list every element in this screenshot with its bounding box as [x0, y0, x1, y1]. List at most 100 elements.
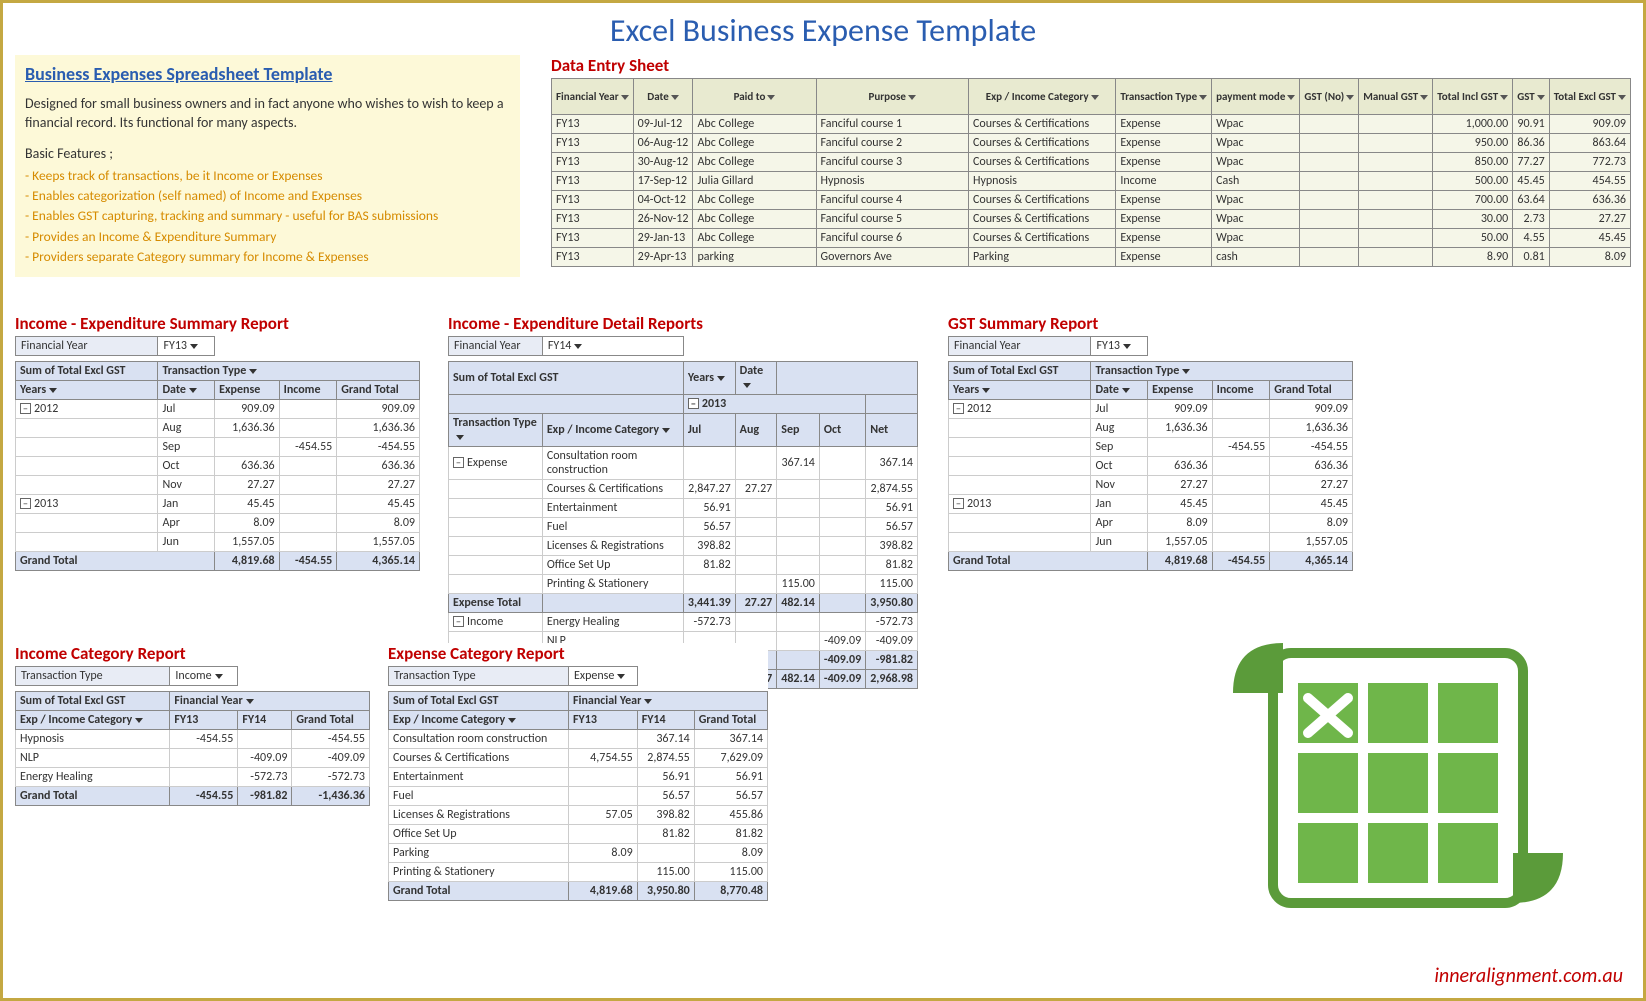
cell[interactable]: 27.27: [1549, 210, 1630, 229]
dropdown-icon[interactable]: [508, 718, 516, 723]
collapse-icon[interactable]: −: [953, 498, 964, 509]
cell[interactable]: [1359, 248, 1433, 267]
cell[interactable]: Cash: [1212, 172, 1300, 191]
filter-value[interactable]: FY13: [1091, 337, 1148, 356]
cell[interactable]: Courses & Certifications: [968, 115, 1115, 134]
cell[interactable]: 1,000.00: [1433, 115, 1513, 134]
collapse-icon[interactable]: −: [953, 403, 964, 414]
cell[interactable]: Fanciful course 2: [816, 134, 968, 153]
cell[interactable]: Governors Ave: [816, 248, 968, 267]
fy-label[interactable]: Financial Year: [569, 692, 768, 711]
filter-icon[interactable]: [1618, 95, 1626, 100]
dropdown-icon[interactable]: [644, 699, 652, 704]
cell[interactable]: 30.00: [1433, 210, 1513, 229]
cell[interactable]: 700.00: [1433, 191, 1513, 210]
cat-label[interactable]: Exp / Income Category: [389, 711, 569, 730]
tt-label[interactable]: Transaction Type: [1091, 362, 1353, 381]
cell[interactable]: Expense: [1116, 248, 1212, 267]
cell[interactable]: FY13: [552, 172, 634, 191]
collapse-icon[interactable]: −: [20, 498, 31, 509]
cell[interactable]: [1300, 172, 1359, 191]
cell[interactable]: 29-Apr-13: [633, 248, 693, 267]
filter-icon[interactable]: [908, 95, 916, 100]
col-date[interactable]: Date: [633, 79, 693, 115]
col-pm[interactable]: payment mode: [1212, 79, 1300, 115]
cat-label[interactable]: Exp / Income Category: [16, 711, 170, 730]
collapse-icon[interactable]: −: [453, 616, 464, 627]
dropdown-icon[interactable]: [743, 383, 751, 388]
collapse-icon[interactable]: −: [20, 403, 31, 414]
filter-icon[interactable]: [621, 95, 629, 100]
dropdown-icon[interactable]: [617, 674, 625, 679]
cell[interactable]: 45.45: [1549, 229, 1630, 248]
filter-icon[interactable]: [1091, 95, 1099, 100]
cell[interactable]: 909.09: [1549, 115, 1630, 134]
col-tt[interactable]: Transaction Type: [1116, 79, 1212, 115]
fy-label[interactable]: Financial Year: [170, 692, 370, 711]
tt-label[interactable]: Transaction Type: [158, 362, 420, 381]
cell[interactable]: Wpac: [1212, 229, 1300, 248]
filter-icon[interactable]: [671, 95, 679, 100]
cell[interactable]: 0.81: [1513, 248, 1550, 267]
cell[interactable]: Fanciful course 4: [816, 191, 968, 210]
cell[interactable]: 2.73: [1513, 210, 1550, 229]
cell[interactable]: Expense: [1116, 153, 1212, 172]
col-paidto[interactable]: Paid to: [693, 79, 816, 115]
cell[interactable]: Wpac: [1212, 210, 1300, 229]
dropdown-icon[interactable]: [456, 435, 464, 440]
cell[interactable]: 500.00: [1433, 172, 1513, 191]
cell[interactable]: 45.45: [1513, 172, 1550, 191]
dropdown-icon[interactable]: [215, 674, 223, 679]
col-gstno[interactable]: GST (No): [1300, 79, 1359, 115]
dropdown-icon[interactable]: [662, 428, 670, 433]
filter-icon[interactable]: [1420, 95, 1428, 100]
tt-value[interactable]: Expense: [569, 667, 638, 686]
cell[interactable]: 90.91: [1513, 115, 1550, 134]
cell[interactable]: [1359, 172, 1433, 191]
filter-icon[interactable]: [1537, 95, 1545, 100]
cell[interactable]: [1300, 210, 1359, 229]
cell[interactable]: [1300, 248, 1359, 267]
cell[interactable]: [1359, 229, 1433, 248]
col-fy[interactable]: Financial Year: [552, 79, 634, 115]
cell[interactable]: 63.64: [1513, 191, 1550, 210]
cell[interactable]: 06-Aug-12: [633, 134, 693, 153]
cell[interactable]: Courses & Certifications: [968, 153, 1115, 172]
cell[interactable]: Abc College: [693, 191, 816, 210]
cell[interactable]: FY13: [552, 248, 634, 267]
cell[interactable]: Wpac: [1212, 153, 1300, 172]
cell[interactable]: [1359, 210, 1433, 229]
cell[interactable]: 77.27: [1513, 153, 1550, 172]
cell[interactable]: Hypnosis: [968, 172, 1115, 191]
cell[interactable]: 772.73: [1549, 153, 1630, 172]
dropdown-icon[interactable]: [249, 369, 257, 374]
cell[interactable]: FY13: [552, 134, 634, 153]
years-label[interactable]: Years: [683, 362, 735, 395]
cell[interactable]: Courses & Certifications: [968, 191, 1115, 210]
col-years[interactable]: Years: [16, 381, 158, 400]
cell[interactable]: Parking: [968, 248, 1115, 267]
dropdown-icon[interactable]: [246, 699, 254, 704]
col-purpose[interactable]: Purpose: [816, 79, 968, 115]
tt-value[interactable]: Income: [170, 667, 238, 686]
cell[interactable]: [1359, 134, 1433, 153]
col-incl[interactable]: Total Incl GST: [1433, 79, 1513, 115]
col-years[interactable]: Years: [949, 381, 1091, 400]
cell[interactable]: [1300, 115, 1359, 134]
cell[interactable]: Income: [1116, 172, 1212, 191]
filter-icon[interactable]: [1199, 95, 1207, 100]
cell[interactable]: Fanciful course 1: [816, 115, 968, 134]
cell[interactable]: Expense: [1116, 115, 1212, 134]
cell[interactable]: cash: [1212, 248, 1300, 267]
cell[interactable]: [1359, 153, 1433, 172]
col-category[interactable]: Exp / Income Category: [968, 79, 1115, 115]
cell[interactable]: FY13: [552, 210, 634, 229]
col-excl[interactable]: Total Excl GST: [1549, 79, 1630, 115]
cell[interactable]: FY13: [552, 229, 634, 248]
cell[interactable]: Abc College: [693, 153, 816, 172]
cell[interactable]: Courses & Certifications: [968, 134, 1115, 153]
dropdown-icon[interactable]: [135, 718, 143, 723]
cell[interactable]: 636.36: [1549, 191, 1630, 210]
cat-label[interactable]: Exp / Income Category: [542, 414, 683, 447]
cell[interactable]: Abc College: [693, 229, 816, 248]
